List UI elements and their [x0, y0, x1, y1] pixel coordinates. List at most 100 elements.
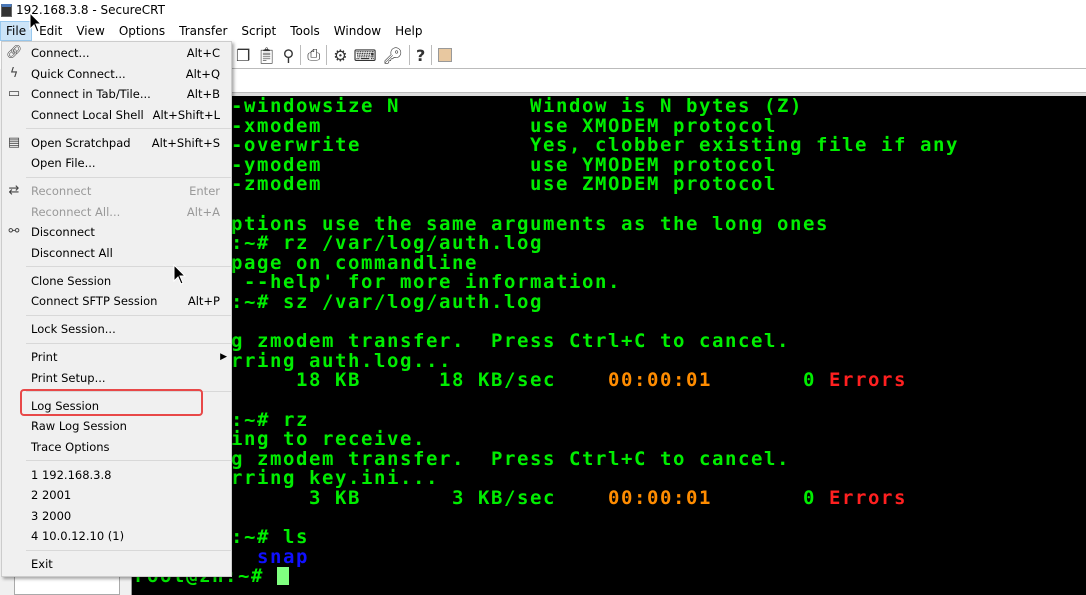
menu-item-label: Quick Connect... — [31, 66, 126, 81]
key-icon[interactable]: 🔑︎ — [383, 46, 403, 65]
menu-item-quick-connect[interactable]: ϟ Quick Connect... Alt+Q — [2, 64, 231, 85]
terminal-line: 18 KB 18 KB/sec 00:00:01 0 Errors — [231, 371, 907, 391]
menu-item-label: Connect Local Shell — [31, 107, 144, 122]
copy-icon[interactable]: ❐ — [236, 46, 250, 65]
terminal-text: Errors — [828, 487, 907, 509]
title-bar: 192.168.3.8 - SecureCRT — [0, 0, 1086, 20]
menu-item-shortcut: Alt+Q — [185, 66, 220, 81]
menu-item-connect-sftp-session[interactable]: Connect SFTP Session Alt+P — [2, 291, 231, 312]
menu-item-label: Disconnect — [31, 225, 95, 239]
menu-item-label: Disconnect All — [31, 245, 113, 260]
menu-item-1-192-168-3-8[interactable]: 1 192.168.3.8 — [2, 465, 231, 486]
menu-item-label: 3 2000 — [31, 508, 72, 523]
menu-item-shortcut: Alt+C — [186, 46, 220, 60]
terminal[interactable]: -windowsize N Window is N bytes (Z) -xmod… — [132, 93, 1086, 595]
toolbar: ❐ 📋︎ ⚲ ⎙ ⚙ ⌨ 🔑︎ ? — [232, 42, 1086, 69]
tab-icon: ▭ — [7, 86, 21, 101]
app-icon — [1, 3, 12, 17]
print-icon[interactable]: ⎙ — [307, 45, 320, 65]
menu-separator — [26, 128, 231, 129]
menu-view[interactable]: View — [69, 21, 111, 41]
toolbar-divider — [431, 45, 433, 65]
menu-item-reconnect[interactable]: ⇄ Reconnect Enter — [2, 181, 231, 202]
menu-item-shortcut: Alt+A — [186, 204, 220, 219]
menu-item-label: Reconnect — [31, 184, 92, 198]
menu-item-label: Open Scratchpad — [31, 135, 131, 150]
menu-item-label: Lock Session... — [31, 322, 116, 336]
menu-item-label: 4 10.0.12.10 (1) — [31, 529, 125, 543]
terminal-text: 0 — [711, 487, 829, 509]
mouse-cursor-icon — [173, 264, 187, 285]
menu-item-open-file[interactable]: Open File... — [2, 153, 231, 174]
menu-tools[interactable]: Tools — [283, 21, 327, 41]
menu-item-open-scratchpad[interactable]: ▤ Open Scratchpad Alt+Shift+S — [2, 133, 231, 154]
menu-item-4-10-0-12-10-1[interactable]: 4 10.0.12.10 (1) — [2, 526, 231, 547]
menu-item-2-2001[interactable]: 2 2001 — [2, 485, 231, 506]
reconnect-icon: ⇄ — [8, 183, 20, 198]
menu-item-shortcut: Alt+Shift+L — [152, 107, 220, 122]
terminal-line: :~# sz /var/log/auth.log — [231, 292, 543, 313]
menu-bar: File Edit View Options Transfer Script Tools Wi… — [0, 21, 429, 41]
menu-item-label: Connect SFTP Session — [31, 294, 158, 308]
broken-link-icon: ⚯ — [8, 224, 20, 239]
menu-item-trace-options[interactable]: Trace Options — [2, 437, 231, 458]
terminal-text: Errors — [828, 369, 907, 392]
menu-item-connect-local-shell[interactable]: Connect Local Shell Alt+Shift+L — [2, 105, 231, 126]
menu-item-lock-session[interactable]: Lock Session... — [2, 319, 231, 340]
menu-item-shortcut: Enter — [189, 184, 220, 198]
menu-item-connect[interactable]: 🔗︎ Connect... Alt+C — [2, 43, 231, 64]
chevron-right-icon: ▶ — [220, 352, 227, 362]
terminal-text: 00:00:01 — [607, 487, 712, 509]
menu-item-connect-in-tab-tile[interactable]: ▭ Connect in Tab/Tile... Alt+B — [2, 84, 231, 105]
terminal-cursor — [277, 567, 289, 586]
terminal-text: -zmodem use ZMODEM protocol — [231, 173, 777, 196]
menu-separator — [26, 266, 231, 267]
toolbar-divider — [408, 45, 410, 65]
settings-icon[interactable]: ⚙ — [333, 46, 347, 65]
menu-script[interactable]: Script — [234, 21, 283, 41]
menu-item-3-2000[interactable]: 3 2000 — [2, 506, 231, 527]
menu-item-label: Print Setup... — [31, 370, 106, 385]
keymap-icon[interactable]: ⌨ — [354, 46, 377, 65]
menu-item-reconnect-all[interactable]: Reconnect All... Alt+A — [2, 202, 231, 223]
menu-item-disconnect-all[interactable]: Disconnect All — [2, 243, 231, 264]
menu-item-label: Reconnect All... — [31, 204, 121, 219]
terminal-text: 00:00:01 — [607, 369, 712, 392]
lightning-icon: ϟ — [9, 65, 19, 81]
menu-item-label: Trace Options — [31, 439, 110, 454]
terminal-line: 3 KB 3 KB/sec 00:00:01 0 Errors — [231, 487, 907, 509]
toolbar-divider — [300, 45, 302, 65]
terminal-line: -zmodem use ZMODEM protocol — [231, 175, 777, 195]
menu-item-shortcut: Alt+P — [187, 294, 220, 308]
menu-item-print-setup[interactable]: Print Setup... — [2, 368, 231, 389]
menu-item-label: Raw Log Session — [31, 419, 127, 433]
menu-item-print[interactable]: Print ▶ — [2, 347, 231, 368]
menu-item-shortcut: Alt+B — [186, 87, 220, 101]
menu-item-label: Clone Session — [31, 273, 112, 288]
notepad-icon: ▤ — [7, 134, 21, 150]
menu-file[interactable]: File — [0, 21, 33, 41]
menu-item-label: 2 2001 — [31, 488, 72, 502]
menu-transfer[interactable]: Transfer — [172, 21, 234, 41]
paste-icon[interactable]: 📋︎ — [256, 46, 276, 65]
menu-item-label: Open File... — [31, 156, 96, 170]
menu-item-clone-session[interactable]: Clone Session — [2, 271, 231, 292]
menu-separator — [26, 176, 231, 178]
sftp-icon[interactable] — [438, 48, 453, 62]
menu-item-label: Exit — [31, 557, 53, 571]
link-icon: 🔗︎ — [6, 45, 23, 60]
menu-item-label: Print — [31, 350, 58, 364]
menu-item-exit[interactable]: Exit — [2, 554, 231, 575]
help-icon[interactable]: ? — [416, 46, 425, 65]
toolbar-divider — [326, 45, 328, 65]
menu-separator — [26, 342, 231, 344]
menu-item-label: Connect in Tab/Tile... — [31, 87, 151, 101]
menu-item-raw-log-session[interactable]: Raw Log Session — [2, 416, 231, 437]
menu-window[interactable]: Window — [327, 21, 388, 41]
find-icon[interactable]: ⚲ — [283, 46, 295, 65]
menu-item-disconnect[interactable]: ⚯ Disconnect — [2, 222, 231, 243]
menu-options[interactable]: Options — [112, 21, 172, 41]
address-bar[interactable] — [232, 69, 1086, 93]
terminal-text: 18 KB 18 KB/sec — [231, 369, 608, 392]
menu-help[interactable]: Help — [388, 21, 429, 41]
